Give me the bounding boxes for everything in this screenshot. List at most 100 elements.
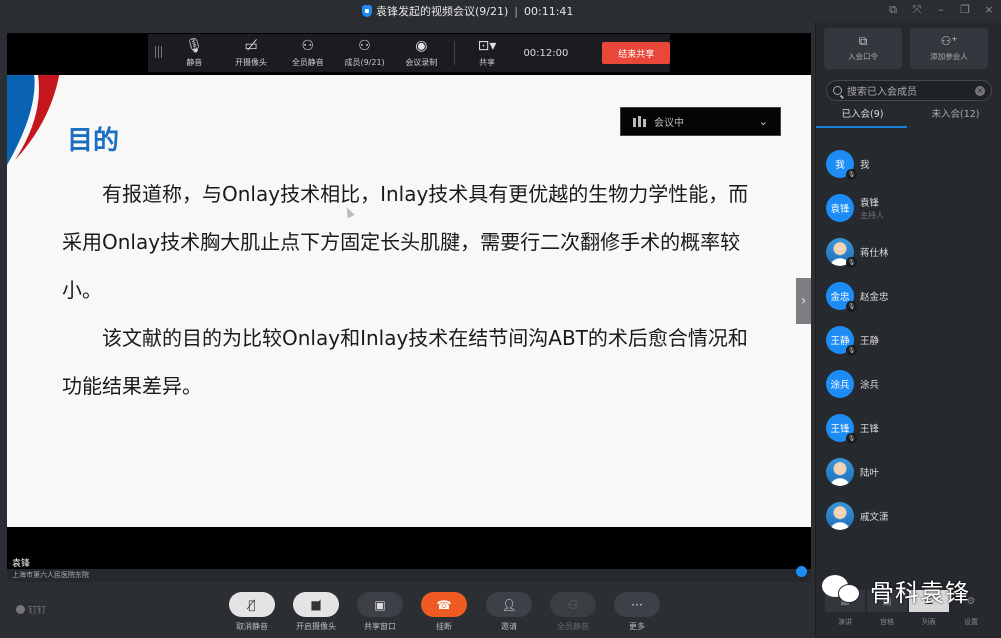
member-list-item[interactable]: 戚文潇 [816, 494, 1001, 538]
member-search-input[interactable]: 搜索已入会成员 × [826, 80, 992, 101]
member-name: 涂兵 [860, 380, 880, 391]
invite-button[interactable]: 👤︎ 邀请 [485, 592, 533, 632]
tab-joined[interactable]: 已入会(9) [816, 106, 909, 128]
member-name: 我 [860, 160, 870, 171]
camera-off-icon: ▭̸ [244, 38, 258, 54]
tab-not-joined[interactable]: 未入会(12) [909, 106, 1001, 128]
control-label: 开启摄像头 [296, 622, 336, 631]
avatar [826, 502, 854, 530]
avatar: 王静 🎙 [826, 326, 857, 356]
minimize-icon[interactable]: – [935, 3, 947, 17]
start-camera-button[interactable]: ■̸ 开启摄像头 [292, 592, 340, 632]
member-list-item[interactable]: 涂兵 涂兵 [816, 362, 1001, 406]
toolbar-camera-button[interactable]: ▭̸ 开摄像头 [223, 38, 280, 68]
toolbar-share-button[interactable]: ⊡▾ 共享 [459, 38, 516, 68]
mute-all-icon: ⚇ [550, 592, 596, 617]
avatar: 🎙 [826, 238, 857, 268]
mic-muted-icon: 🎙̸ [229, 592, 275, 617]
sidebar-actions: ⧉ 入会口令 ⚇⁺ 添加参会人 [824, 28, 988, 69]
more-button[interactable]: ··· 更多 [613, 592, 661, 632]
fullscreen-icon[interactable]: ⤧ [911, 3, 923, 17]
add-person-icon: ⚇⁺ [940, 34, 958, 48]
member-name: 戚文潇 [860, 512, 889, 523]
dingtalk-logo-icon [16, 605, 25, 614]
toolbar-mute-button[interactable]: 🎙︎ 静音 [166, 38, 223, 68]
settings-button[interactable]: ⚙ 设置 [950, 590, 992, 634]
share-timer: 00:12:00 [523, 47, 569, 59]
toolbar-record-button[interactable]: ◉ 会议录制 [393, 38, 450, 68]
slide-logo [7, 75, 60, 165]
speaker-layout-icon: ▦ [825, 590, 865, 612]
control-label: 更多 [629, 622, 645, 631]
member-list-item[interactable]: 我 🎙 我 [816, 142, 1001, 186]
clear-search-icon[interactable]: × [975, 85, 985, 96]
member-list-item[interactable]: 🎙 蒋仕林 [816, 230, 1001, 274]
layout-speaker-button[interactable]: ▦ 演讲 [824, 590, 866, 634]
member-list-item[interactable]: 金忠 🎙 赵金忠 [816, 274, 1001, 318]
float-window-icon[interactable]: ⧉ [887, 3, 899, 17]
action-label: 入会口令 [848, 52, 878, 61]
member-list-item[interactable]: 王静 🎙 王静 [816, 318, 1001, 362]
slide-heading: 目的 [67, 126, 120, 156]
record-icon: ◉ [415, 38, 428, 54]
member-list-item[interactable]: 王锋 🎙 王锋 [816, 406, 1001, 450]
member-info: 王静 [860, 333, 879, 347]
shared-slide: 目的 有报道称，与Onlay技术相比，Inlay技术具有更优越的生物力学性能，而… [7, 75, 811, 527]
close-icon[interactable]: × [983, 3, 995, 17]
member-name: 蒋仕林 [860, 248, 889, 259]
member-name: 陆叶 [860, 468, 880, 479]
layout-list-button[interactable]: ☰ 列表 [908, 590, 950, 634]
more-icon: ··· [614, 592, 660, 617]
next-page-button[interactable]: › [796, 278, 811, 324]
member-list-item[interactable]: 袁锋 袁锋 主持人 [816, 186, 1001, 230]
end-share-button[interactable]: 结束共享 [602, 42, 671, 64]
slide-paragraph: 该文献的目的为比较Onlay和Inlay技术在结节间沟ABT的术后愈合情况和功能… [62, 326, 748, 398]
title-bar: 袁锋发起的视频会议(9/21) | 00:11:41 ⧉ ⤧ – ❐ × [0, 0, 1001, 22]
title-separator: | [514, 4, 519, 18]
add-participant-button[interactable]: ⚇⁺ 添加参会人 [910, 28, 988, 69]
member-role: 主持人 [860, 211, 884, 220]
member-list: 我 🎙 我袁锋 袁锋 主持人 🎙 蒋仕林 金忠 🎙 赵金忠 王静 🎙 王静 涂兵 涂兵 王锋 🎙 王锋 陆叶 戚文潇 [816, 142, 1001, 538]
hang-up-button[interactable]: ☎ 挂断 [420, 592, 468, 632]
meeting-status-dropdown[interactable]: 会议中 ⌄ [620, 107, 781, 136]
share-window-button[interactable]: ▣ 共享窗口 [356, 592, 404, 632]
mic-muted-icon: 🎙 [846, 169, 857, 180]
layout-grid-button[interactable]: ▦ 宫格 [866, 590, 908, 634]
window-controls: ⧉ ⤧ – ❐ × [887, 3, 995, 17]
elapsed-time: 00:11:41 [524, 4, 574, 18]
avatar: 金忠 🎙 [826, 282, 857, 312]
share-window-icon: ▣ [357, 592, 403, 617]
drag-handle[interactable] [152, 46, 166, 60]
member-info: 王锋 [860, 421, 879, 435]
member-name: 赵金忠 [860, 292, 889, 303]
control-label: 取消静音 [236, 622, 268, 631]
mute-all-button[interactable]: ⚇ 全员静音 [549, 592, 597, 632]
grid-layout-icon: ▦ [867, 590, 907, 612]
action-label: 添加参会人 [930, 52, 968, 61]
control-label: 挂断 [436, 622, 452, 631]
meeting-title: 袁锋发起的视频会议(9/21) [376, 5, 509, 18]
members-sidebar: ⧉ 入会口令 ⚇⁺ 添加参会人 搜索已入会成员 × 已入会(9) 未入会(12)… [815, 22, 1001, 638]
avatar: 袁锋 [826, 194, 854, 222]
picture-in-picture-icon[interactable] [796, 566, 807, 577]
mic-muted-icon: 🎙 [846, 257, 857, 268]
toolbar-mute-all-button[interactable]: ⚇ 全员静音 [279, 38, 336, 68]
member-info: 陆叶 [860, 465, 879, 479]
unmute-button[interactable]: 🎙̸ 取消静音 [228, 592, 276, 632]
brand-label: 钉钉 [16, 603, 46, 616]
search-placeholder: 搜索已入会成员 [847, 87, 917, 98]
window-title: 袁锋发起的视频会议(9/21) | 00:11:41 [362, 3, 573, 19]
gear-icon: ⚙ [966, 595, 976, 607]
member-list-item[interactable]: 陆叶 [816, 450, 1001, 494]
layout-label: 演讲 [838, 618, 852, 626]
meeting-password-button[interactable]: ⧉ 入会口令 [824, 28, 902, 69]
member-tabs: 已入会(9) 未入会(12) [816, 106, 1001, 128]
toolbar-label: 静音 [186, 58, 203, 67]
toolbar-divider [453, 41, 455, 65]
toolbar-members-button[interactable]: ⚇ 成员(9/21) [336, 38, 393, 68]
speaker-name: 袁锋 [12, 559, 31, 569]
mic-muted-icon: 🎙 [846, 301, 857, 312]
maximize-icon[interactable]: ❐ [959, 3, 971, 17]
brand-text: 钉钉 [28, 606, 47, 616]
layout-switcher: ▦ 演讲 ▦ 宫格 ☰ 列表 ⚙ 设置 [824, 590, 994, 634]
